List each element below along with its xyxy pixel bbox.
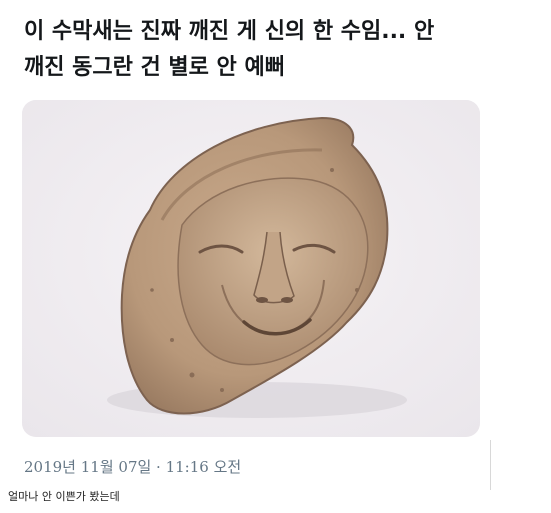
divider-line (490, 440, 491, 490)
screenshot: 이 수막새는 진짜 깨진 게 신의 한 수임... 안 깨진 동그란 건 별로 … (0, 0, 551, 513)
tweet-timestamp[interactable]: 2019년 11월 07일 · 11:16 오전 (24, 456, 241, 477)
tweet-photo[interactable] (22, 100, 480, 437)
comment-text: 얼마나 안 이쁜가 봤는데 (8, 490, 120, 503)
tweet-text: 이 수막새는 진짜 깨진 게 신의 한 수임... 안 깨진 동그란 건 별로 … (24, 19, 435, 80)
roof-tile-face-image (22, 100, 480, 437)
